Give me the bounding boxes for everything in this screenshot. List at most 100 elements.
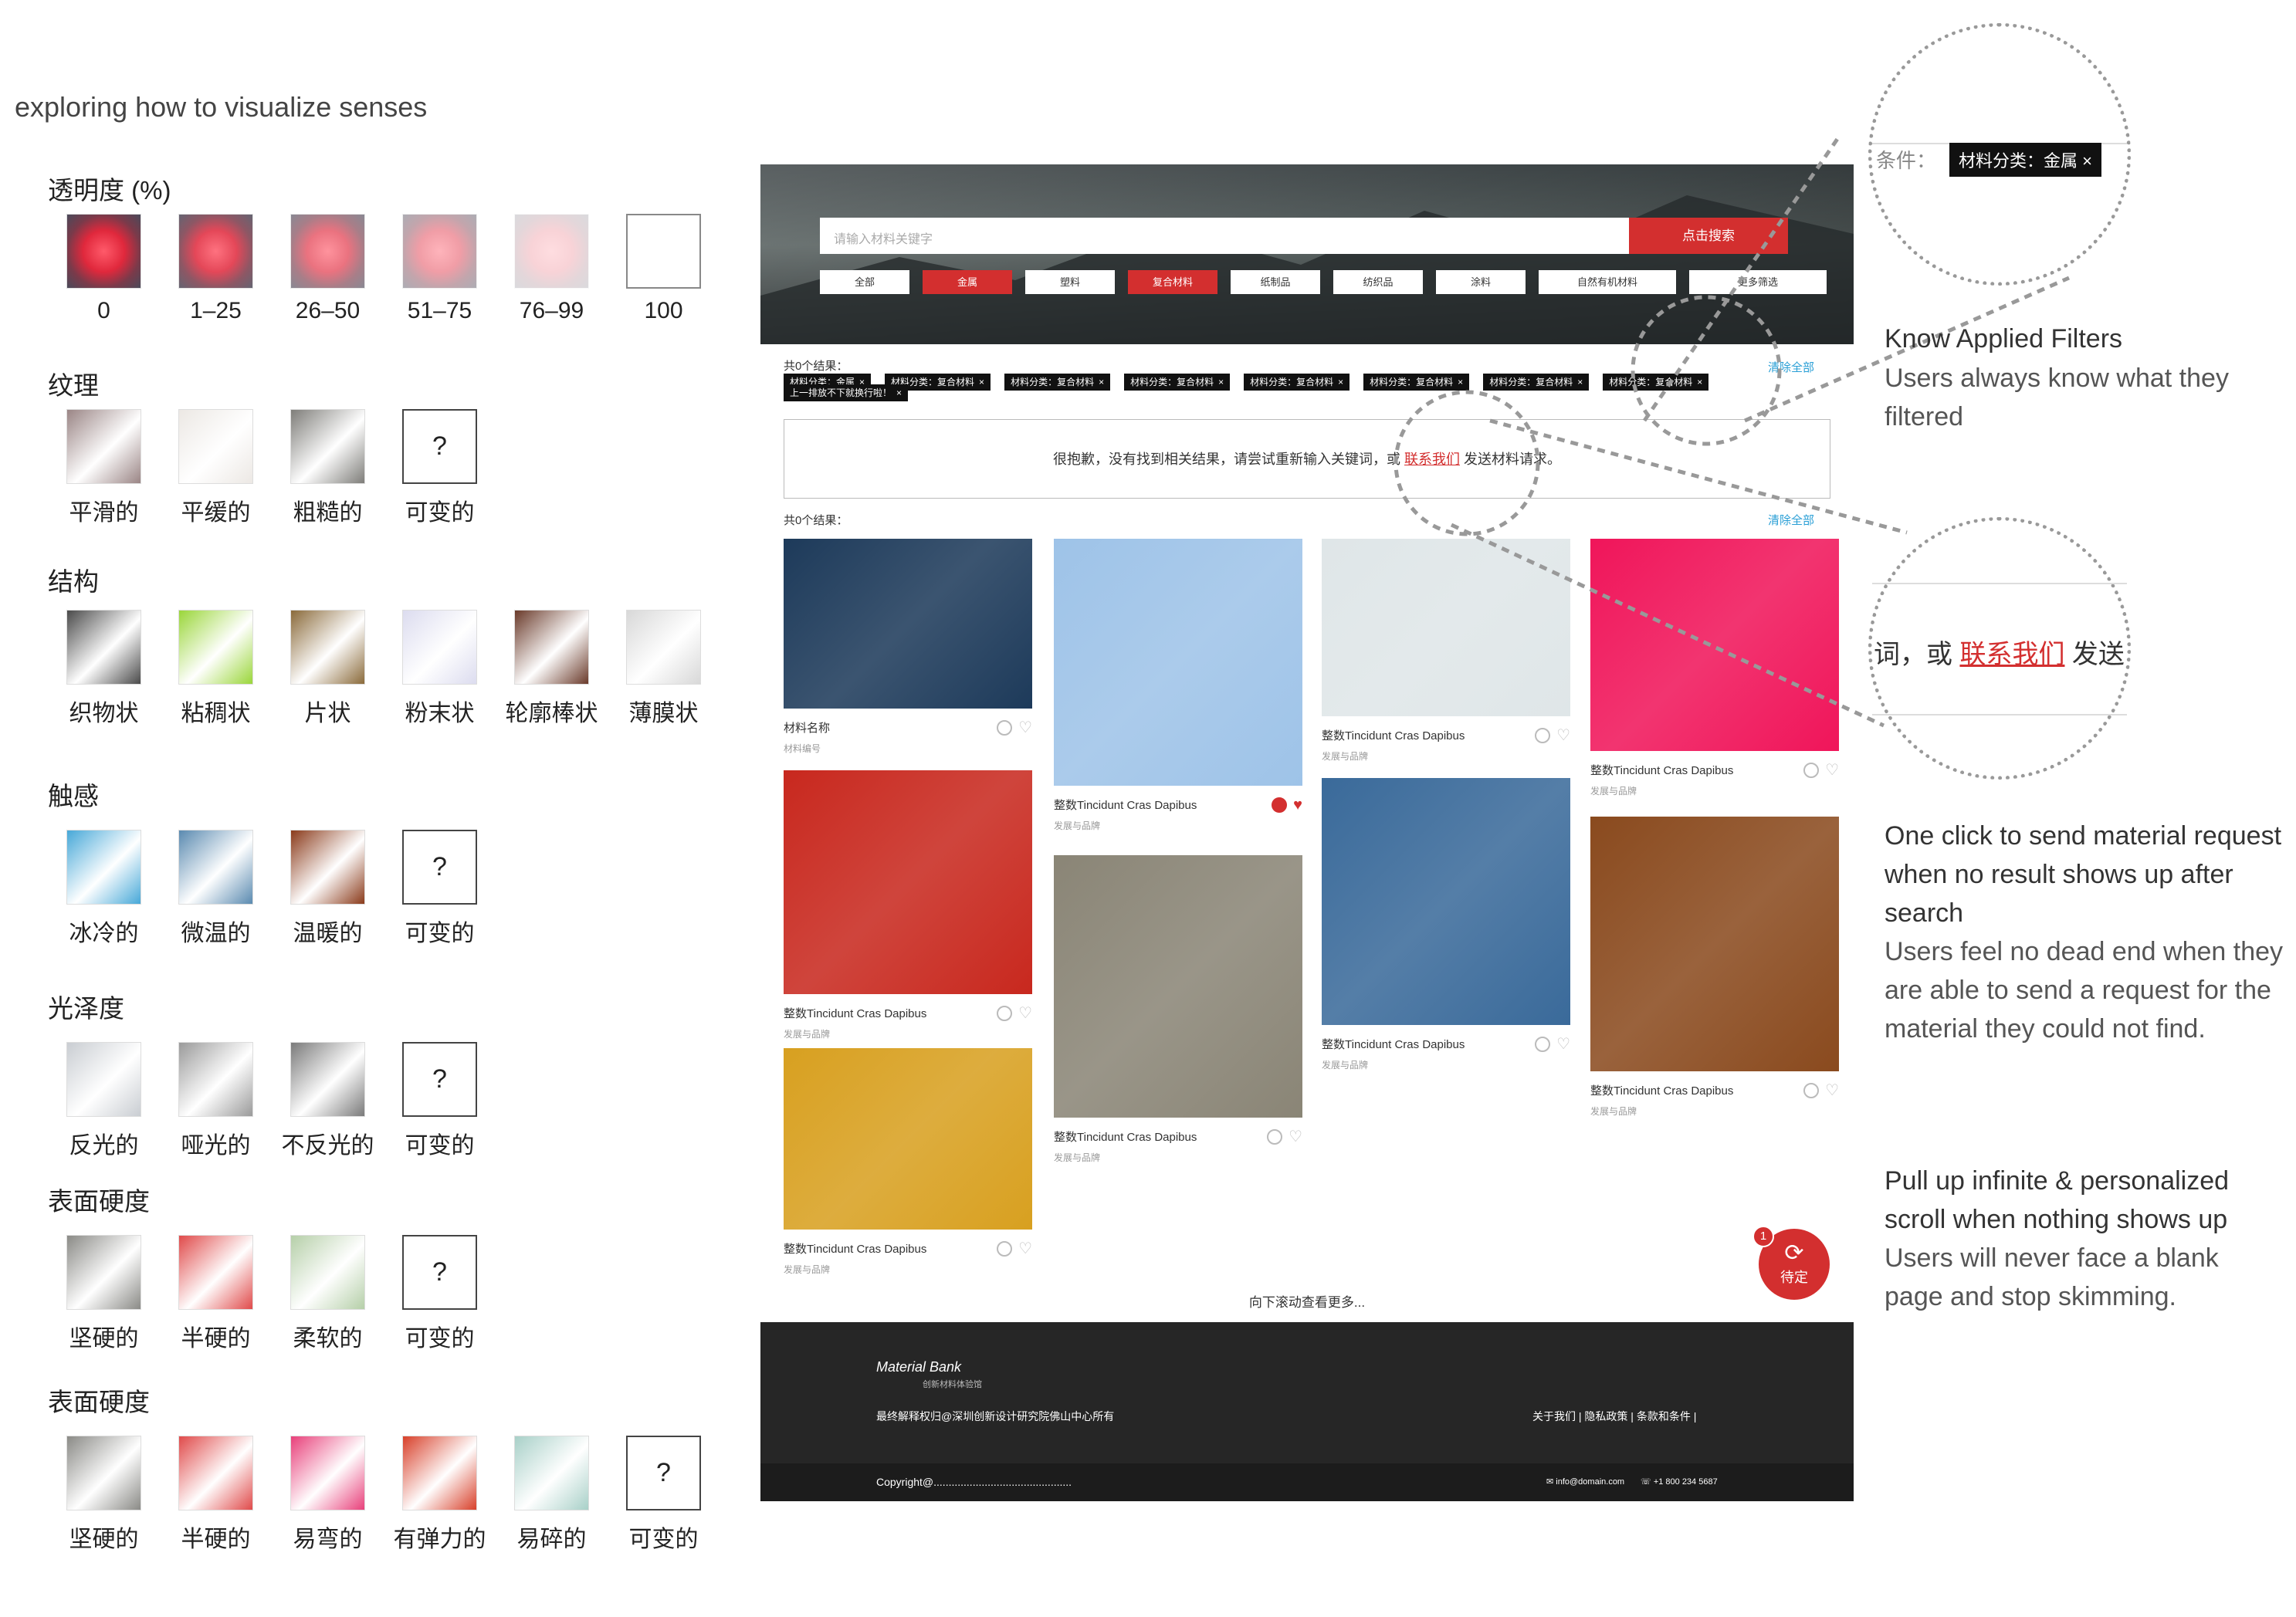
compare-icon[interactable] [1535, 1036, 1551, 1052]
compare-icon[interactable] [997, 1005, 1013, 1021]
category-chip[interactable]: 复合材料 [1128, 270, 1217, 294]
material-card[interactable]: 整数Tincidunt Cras Dapibus ♡ 发展与品牌 [1054, 855, 1302, 1164]
material-card[interactable]: 整数Tincidunt Cras Dapibus ♥ 发展与品牌 [1054, 539, 1302, 832]
filter-tag[interactable]: 材料分类：复合材料 × [1124, 374, 1231, 391]
filter-tag[interactable]: 材料分类：复合材料 × [1363, 374, 1470, 391]
swatch[interactable]: 织物状 [48, 610, 160, 728]
swatch[interactable]: 薄膜状 [608, 610, 720, 728]
swatch[interactable]: 0 [48, 214, 160, 324]
bronze-ball-image[interactable] [1590, 817, 1839, 1071]
shirt-fabric-image[interactable] [1054, 539, 1302, 786]
swatch[interactable]: 微温的 [160, 830, 272, 948]
material-card[interactable]: 整数Tincidunt Cras Dapibus ♡ 发展与品牌 [1590, 539, 1839, 797]
compare-icon[interactable] [997, 1240, 1013, 1257]
material-card[interactable]: 整数Tincidunt Cras Dapibus ♡ 发展与品牌 [784, 1048, 1032, 1276]
category-chip[interactable]: 涂料 [1436, 270, 1526, 294]
close-icon[interactable]: × [979, 377, 984, 387]
swatch[interactable]: 100 [608, 214, 720, 324]
swatch[interactable]: ? 可变的 [384, 409, 496, 527]
swatch[interactable]: 76–99 [496, 214, 608, 324]
footer-logo[interactable]: Material Bank [876, 1359, 961, 1375]
compare-icon[interactable] [1803, 1082, 1820, 1098]
category-chip[interactable]: 更多筛选 [1689, 270, 1827, 294]
compare-icon[interactable] [1272, 797, 1288, 813]
swatch[interactable]: ? 可变的 [384, 1042, 496, 1160]
swatch[interactable]: 反光的 [48, 1042, 160, 1160]
filter-tag[interactable]: 上一排放不下就换行啦！ × [784, 384, 909, 401]
blue-gel-image[interactable] [1322, 778, 1570, 1025]
heart-icon[interactable]: ♡ [1556, 1037, 1570, 1052]
clear-all-link-2[interactable]: 清除全部 [1768, 512, 1814, 528]
swatch[interactable]: 平滑的 [48, 409, 160, 527]
heart-icon[interactable]: ♡ [1018, 1241, 1032, 1257]
heart-icon[interactable]: ♡ [1018, 1006, 1032, 1021]
amber-resin-image[interactable] [784, 1048, 1032, 1230]
swatch[interactable]: 哑光的 [160, 1042, 272, 1160]
category-chip[interactable]: 纺织品 [1333, 270, 1423, 294]
category-chip[interactable]: 塑料 [1025, 270, 1115, 294]
swatch[interactable]: ? 可变的 [384, 830, 496, 948]
heart-icon[interactable]: ♡ [1556, 728, 1570, 743]
swatch[interactable]: 冰冷的 [48, 830, 160, 948]
compare-icon[interactable] [1535, 727, 1551, 743]
swatch[interactable]: 易碎的 [496, 1436, 608, 1554]
salt-jar-image[interactable] [1322, 539, 1570, 716]
filter-tag[interactable]: 材料分类：复合材料 × [1004, 374, 1111, 391]
swatch[interactable]: 温暖的 [272, 830, 384, 948]
footer-email[interactable]: ✉ info@domain.com [1546, 1477, 1624, 1487]
swatch[interactable]: 坚硬的 [48, 1436, 160, 1554]
swatch[interactable]: 不反光的 [272, 1042, 384, 1160]
swatch[interactable]: 平缓的 [160, 409, 272, 527]
pending-badge-button[interactable]: 1 ⟳ 待定 [1752, 1226, 1830, 1300]
material-card[interactable]: 整数Tincidunt Cras Dapibus ♡ 发展与品牌 [1322, 539, 1570, 763]
swatch[interactable]: 1–25 [160, 214, 272, 324]
category-chip[interactable]: 金属 [923, 270, 1012, 294]
category-chip[interactable]: 全部 [820, 270, 909, 294]
close-icon[interactable]: × [1697, 377, 1702, 387]
swatch[interactable]: ? 可变的 [384, 1235, 496, 1353]
material-card[interactable]: 整数Tincidunt Cras Dapibus ♡ 发展与品牌 [1322, 778, 1570, 1071]
compare-icon[interactable] [1803, 762, 1820, 778]
swatch[interactable]: 柔软的 [272, 1235, 384, 1353]
close-icon[interactable]: × [1577, 377, 1583, 387]
close-icon[interactable]: × [1218, 377, 1224, 387]
compare-icon[interactable] [1267, 1128, 1283, 1145]
swatch[interactable]: 26–50 [272, 214, 384, 324]
pink-fabric-image[interactable] [1590, 539, 1839, 751]
red-blue-fabric-image[interactable] [784, 770, 1032, 994]
swatch[interactable]: 坚硬的 [48, 1235, 160, 1353]
filter-tag[interactable]: 材料分类：复合材料 × [1483, 374, 1590, 391]
filter-tag[interactable]: 材料分类：复合材料 × [1244, 374, 1350, 391]
material-card[interactable]: 整数Tincidunt Cras Dapibus ♡ 发展与品牌 [784, 770, 1032, 1040]
swatch[interactable]: 片状 [272, 610, 384, 728]
heart-icon[interactable]: ♥ [1293, 797, 1302, 813]
footer-links[interactable]: 关于我们 | 隐私政策 | 条款和条件 | [1532, 1409, 1696, 1424]
swatch[interactable]: 半硬的 [160, 1235, 272, 1353]
heart-icon[interactable]: ♡ [1825, 763, 1839, 778]
search-button[interactable]: 点击搜索 [1629, 218, 1788, 254]
heart-icon[interactable]: ♡ [1018, 720, 1032, 736]
category-chip[interactable]: 自然有机材料 [1539, 270, 1676, 294]
close-icon[interactable]: × [1338, 377, 1343, 387]
swatch[interactable]: 粗糙的 [272, 409, 384, 527]
filter-tag[interactable]: 材料分类：复合材料 × [1603, 374, 1709, 391]
heart-icon[interactable]: ♡ [1825, 1083, 1839, 1098]
clear-all-link[interactable]: 清除全部 [1768, 359, 1814, 375]
search-input[interactable]: 请输入材料关键字 [820, 218, 1629, 254]
swatch[interactable]: ? 可变的 [608, 1436, 720, 1554]
compare-icon[interactable] [997, 719, 1013, 736]
swatch[interactable]: 51–75 [384, 214, 496, 324]
material-card[interactable]: 材料名称 ♡ 材料编号 [784, 539, 1032, 755]
swatch[interactable]: 易弯的 [272, 1436, 384, 1554]
swatch[interactable]: 轮廓棒状 [496, 610, 608, 728]
contact-us-link[interactable]: 联系我们 [1404, 452, 1460, 467]
swatch[interactable]: 有弹力的 [384, 1436, 496, 1554]
terrazzo-disc-image[interactable] [1054, 855, 1302, 1118]
close-icon[interactable]: × [1458, 377, 1463, 387]
swatch[interactable]: 粘稠状 [160, 610, 272, 728]
swatch[interactable]: 半硬的 [160, 1436, 272, 1554]
swatch[interactable]: 粉末状 [384, 610, 496, 728]
category-chip[interactable]: 纸制品 [1231, 270, 1320, 294]
close-icon[interactable]: × [1099, 377, 1104, 387]
denim-image[interactable] [784, 539, 1032, 709]
